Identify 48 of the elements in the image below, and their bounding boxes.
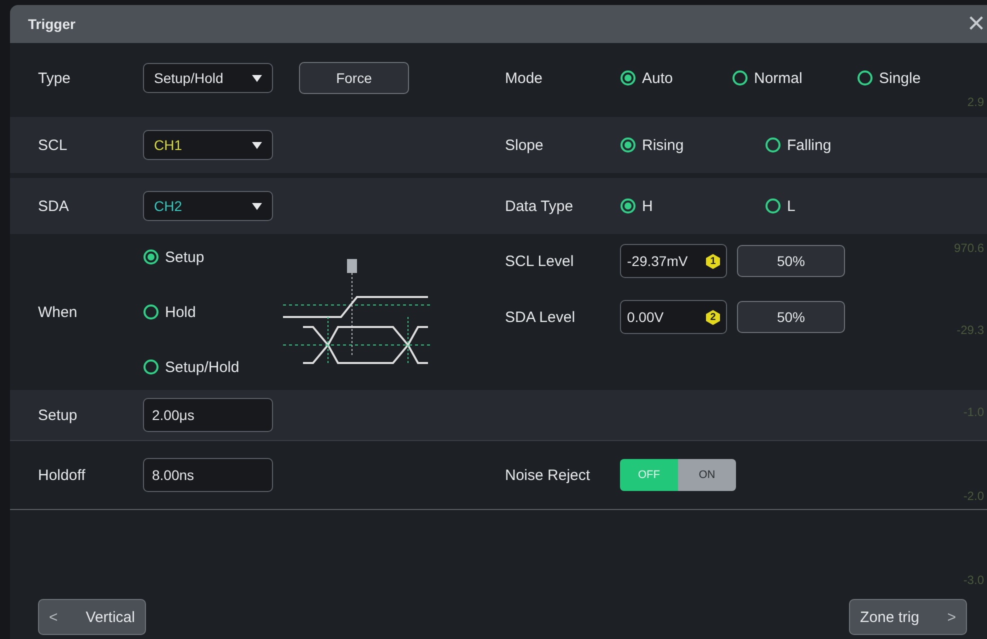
level-field[interactable]: 0.00V 2: [620, 300, 727, 334]
axis-label: 2.9: [967, 95, 984, 109]
field-label: SCL: [38, 136, 68, 154]
source-dropdown[interactable]: CH1: [143, 130, 273, 160]
field-label: Holdoff: [38, 466, 86, 484]
radio-option[interactable]: Hold: [143, 304, 283, 320]
field-label: SDA Level: [505, 308, 576, 326]
field-label: When: [38, 304, 78, 320]
channel-number: 1: [710, 256, 716, 266]
field-label: Mode: [505, 70, 544, 86]
channel-number: 2: [710, 312, 716, 322]
radio-option[interactable]: Setup/Hold: [143, 358, 283, 376]
window-title: Trigger: [28, 16, 76, 32]
axis-label: 970.6: [954, 241, 984, 255]
radio-option[interactable]: Auto: [620, 70, 673, 86]
field-label: Noise Reject: [505, 466, 592, 484]
radio-option[interactable]: L: [765, 198, 796, 214]
dropdown-arrow-icon: [252, 142, 262, 148]
radio-option[interactable]: Setup: [143, 248, 283, 266]
zone-trig-button[interactable]: Zone trig >: [849, 599, 967, 635]
channel-badge-icon: [706, 310, 720, 324]
close-button[interactable]: ×: [965, 9, 987, 39]
source-dropdown[interactable]: CH2: [143, 191, 273, 221]
field-label: SCL Level: [505, 252, 575, 270]
axis-label: -3.0: [963, 573, 984, 587]
type-dropdown[interactable]: Setup/Hold: [143, 63, 273, 93]
axis-label: -2.0: [963, 489, 984, 503]
field-label: Slope: [505, 136, 544, 154]
field-label: SDA: [38, 198, 70, 214]
field-label: Type: [38, 70, 72, 86]
radio-option[interactable]: Single: [857, 70, 921, 86]
dropdown-arrow-icon: [252, 202, 262, 210]
radio-option[interactable]: Normal: [732, 70, 802, 86]
holdoff-field[interactable]: 8.00ns: [143, 458, 273, 492]
axis-label: -29.3: [956, 323, 984, 337]
radio-option[interactable]: Falling: [765, 136, 832, 154]
level-field[interactable]: -29.37mV 1: [620, 244, 727, 278]
fifty-percent-button[interactable]: 50%: [737, 245, 845, 277]
channel-badge-icon: [706, 254, 720, 268]
dropdown-arrow-icon: [252, 74, 262, 82]
radio-option[interactable]: Rising: [620, 136, 684, 154]
setup-field[interactable]: 2.00μs: [143, 398, 273, 432]
force-button[interactable]: Force: [299, 62, 409, 94]
fifty-percent-button[interactable]: 50%: [737, 301, 845, 333]
radio-option[interactable]: H: [620, 198, 653, 214]
field-label: Data Type: [505, 198, 574, 214]
field-label: Setup: [38, 406, 78, 424]
vertical-button[interactable]: < Vertical: [38, 599, 146, 635]
